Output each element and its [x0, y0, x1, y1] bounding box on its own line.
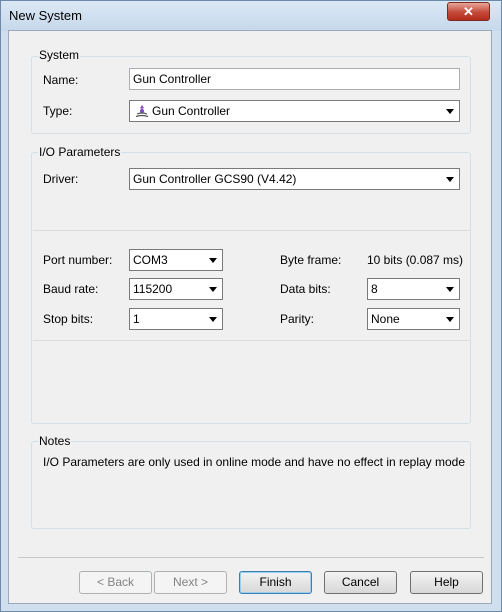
- io-parameters-group-label: I/O Parameters: [38, 145, 122, 159]
- chevron-down-icon: [446, 177, 454, 182]
- stop-bits-dropdown[interactable]: 1: [129, 308, 223, 330]
- chevron-down-icon: [446, 287, 454, 292]
- driver-value: Gun Controller GCS90 (V4.42): [133, 172, 297, 186]
- io-divider-bottom: [33, 340, 469, 341]
- driver-dropdown[interactable]: Gun Controller GCS90 (V4.42): [129, 168, 460, 190]
- next-button[interactable]: Next >: [154, 571, 227, 594]
- byte-frame-value: 10 bits (0.087 ms): [367, 253, 464, 267]
- chevron-down-icon: [446, 109, 454, 114]
- parity-label: Parity:: [280, 312, 315, 326]
- baud-rate-value: 115200: [133, 282, 173, 296]
- cancel-button[interactable]: Cancel: [324, 571, 397, 594]
- system-group-label: System: [38, 48, 81, 62]
- window-title: New System: [9, 8, 82, 23]
- finish-button[interactable]: Finish: [239, 571, 312, 594]
- type-value: Gun Controller: [152, 104, 231, 118]
- data-bits-dropdown[interactable]: 8: [367, 278, 460, 300]
- close-icon: ✕: [463, 4, 474, 19]
- back-button[interactable]: < Back: [79, 571, 152, 594]
- name-label: Name:: [43, 73, 79, 87]
- port-number-dropdown[interactable]: COM3: [129, 249, 223, 271]
- name-input[interactable]: Gun Controller: [129, 68, 460, 90]
- port-number-label: Port number:: [43, 253, 113, 267]
- stop-bits-label: Stop bits:: [43, 312, 94, 326]
- close-button[interactable]: ✕: [447, 2, 490, 21]
- data-bits-label: Data bits:: [280, 282, 331, 296]
- io-divider-top: [33, 230, 469, 231]
- chevron-down-icon: [209, 287, 217, 292]
- help-button[interactable]: Help: [410, 571, 483, 594]
- notes-text: I/O Parameters are only used in online m…: [43, 455, 466, 469]
- notes-group-label: Notes: [38, 434, 72, 448]
- byte-frame-label: Byte frame:: [280, 253, 342, 267]
- data-bits-value: 8: [371, 282, 378, 296]
- stop-bits-value: 1: [133, 312, 140, 326]
- type-dropdown[interactable]: Gun Controller: [129, 100, 460, 122]
- parity-dropdown[interactable]: None: [367, 308, 460, 330]
- driver-label: Driver:: [43, 172, 79, 186]
- parity-value: None: [371, 312, 400, 326]
- chevron-down-icon: [446, 317, 454, 322]
- gun-controller-icon: [135, 104, 149, 118]
- baud-rate-dropdown[interactable]: 115200: [129, 278, 223, 300]
- chevron-down-icon: [209, 258, 217, 263]
- type-label: Type:: [43, 104, 73, 118]
- chevron-down-icon: [209, 317, 217, 322]
- title-bar: New System ✕: [1, 1, 501, 31]
- baud-rate-label: Baud rate:: [43, 282, 99, 296]
- port-number-value: COM3: [133, 253, 168, 267]
- footer-divider: [18, 557, 484, 558]
